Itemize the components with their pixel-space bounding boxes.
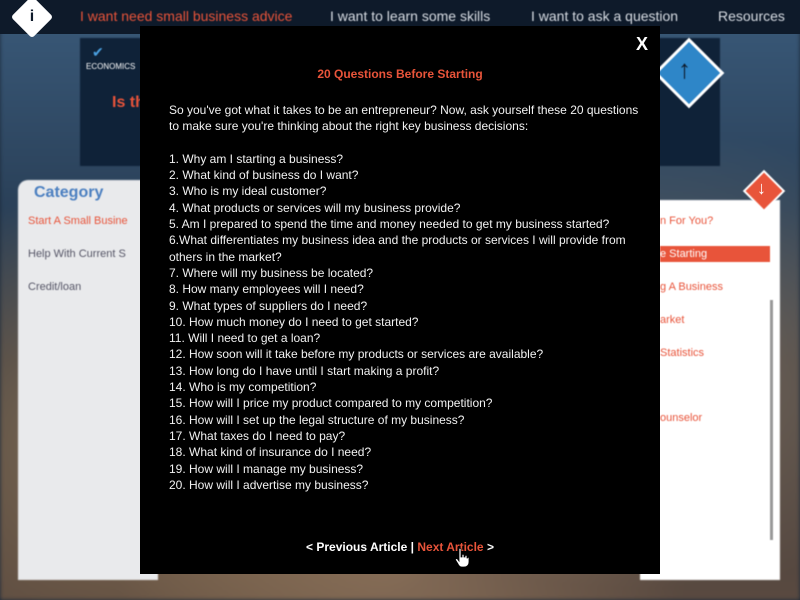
hand-cursor-icon (455, 548, 469, 568)
economics-logo: ECONOMICS (86, 62, 136, 71)
close-button[interactable]: X (636, 34, 648, 55)
checkmark-icon: ✔ (92, 44, 104, 60)
article-modal: X 20 Questions Before Starting So you've… (140, 26, 660, 574)
question-item: 17. What taxes do I need to pay? (169, 428, 346, 443)
question-item: 6.What differentiates my business idea a… (169, 233, 626, 264)
question-item: 13. How long do I have until I start mak… (169, 363, 440, 378)
nav-item-ask-question[interactable]: I want to ask a question (531, 8, 678, 24)
article-item[interactable]: Statistics (660, 347, 704, 359)
question-item: 14. Who is my competition? (169, 380, 317, 395)
question-item: 19. How will I manage my business? (169, 461, 364, 476)
category-title: Category (34, 184, 104, 201)
question-item: 3. Who is my ideal customer? (169, 184, 327, 199)
category-panel (18, 180, 158, 580)
question-item: 7. Where will my business be located? (169, 265, 374, 280)
article-intro: So you've got what it takes to be an ent… (169, 103, 639, 134)
article-item-active[interactable]: e Starting (660, 246, 770, 262)
question-item: 2. What kind of business do I want? (169, 168, 359, 183)
question-item: 1. Why am I starting a business? (169, 151, 344, 166)
nav-item-learn-skills[interactable]: I want to learn some skills (330, 8, 490, 24)
category-item-help[interactable]: Help With Current S (28, 248, 126, 260)
arrow-up-icon: ↑ (678, 54, 691, 84)
question-item: 11. Will I need to get a loan? (169, 331, 321, 346)
article-item[interactable]: arket (660, 314, 684, 326)
question-item: 15. How will I price my product compared… (169, 396, 493, 411)
arrow-down-icon: ↓ (757, 178, 766, 198)
question-item: 16. How will I set up the legal structur… (169, 412, 465, 427)
article-pagination: < Previous Article | Next Article > (140, 540, 660, 554)
article-item[interactable]: ounselor (660, 412, 702, 424)
scrollbar[interactable] (770, 300, 773, 540)
question-item: 20. How will I advertise my business? (169, 477, 369, 492)
question-item: 18. What kind of insurance do I need? (169, 445, 372, 460)
info-icon: i (29, 8, 35, 25)
category-item-credit[interactable]: Credit/loan (28, 281, 81, 293)
nav-item-resources[interactable]: Resources (718, 8, 785, 24)
next-article-link[interactable]: Next Article (417, 540, 483, 554)
question-item: 8. How many employees will I need? (169, 282, 364, 297)
question-item: 12. How soon will it take before my prod… (169, 347, 544, 362)
article-body: So you've got what it takes to be an ent… (169, 102, 639, 493)
article-title: 20 Questions Before Starting (317, 67, 483, 81)
category-item-start[interactable]: Start A Small Busine (28, 215, 128, 227)
question-item: 4. What products or services will my bus… (169, 200, 461, 215)
question-list: 1. Why am I starting a business? 2. What… (169, 151, 639, 493)
previous-article-link[interactable]: < Previous Article (306, 540, 407, 554)
article-item[interactable]: n For You? (660, 215, 713, 227)
next-arrow: > (486, 540, 494, 554)
question-item: 9. What types of suppliers do I need? (169, 298, 368, 313)
pagination-separator: | (410, 540, 415, 554)
question-item: 5. Am I prepared to spend the time and m… (169, 217, 610, 232)
question-item: 10. How much money do I need to get star… (169, 314, 419, 329)
nav-item-business-advice[interactable]: I want need small business advice (80, 8, 292, 24)
article-item[interactable]: g A Business (660, 281, 723, 293)
